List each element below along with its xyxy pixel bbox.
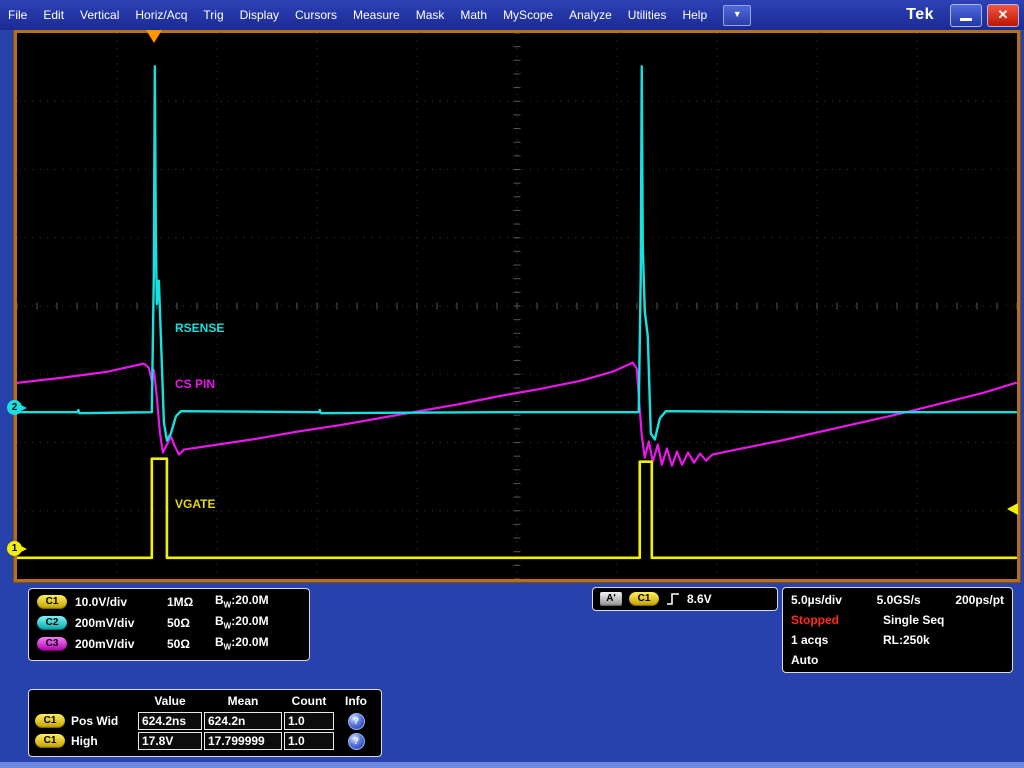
menu-item-mask[interactable]: Mask — [408, 0, 453, 30]
meas-header-value: Value — [137, 694, 203, 708]
tek-logo: Tek — [906, 6, 934, 24]
meas-row-2-channel-badge: C1 — [35, 734, 65, 748]
menu-item-math[interactable]: Math — [452, 0, 495, 30]
graticule-and-traces — [17, 33, 1017, 579]
info-globe-icon[interactable]: ? — [348, 733, 365, 750]
trigger-mode-row: Auto — [791, 650, 1004, 670]
menu-dropdown-button[interactable]: ▼ — [723, 5, 751, 26]
channel-3-badge[interactable]: C3 — [37, 637, 67, 651]
rising-edge-icon — [666, 592, 680, 606]
trigger-a-badge: A' — [600, 592, 622, 606]
meas-row-2-name: C1 High — [29, 734, 137, 748]
meas-row-1-mean: 624.2n — [204, 712, 282, 730]
menu-bar: File Edit Vertical Horiz/Acq Trig Displa… — [0, 0, 1024, 30]
channel-readout-panel: C1 10.0V/div 1MΩ BW:20.0M C2 200mV/div 5… — [28, 588, 310, 661]
trace-label-vgate: VGATE — [175, 497, 215, 511]
meas-row-1-info[interactable]: ? — [335, 713, 377, 730]
meas-header-info: Info — [335, 694, 377, 708]
channel-3-scale: 200mV/div — [75, 637, 167, 651]
measurement-table: Value Mean Count Info C1 Pos Wid 624.2ns… — [28, 689, 382, 757]
trigger-source-badge: C1 — [629, 592, 659, 606]
menu-item-trig[interactable]: Trig — [195, 0, 231, 30]
close-icon: ✕ — [998, 7, 1009, 23]
trigger-level-arrow-icon[interactable] — [1007, 503, 1018, 515]
menu-item-vertical[interactable]: Vertical — [72, 0, 127, 30]
meas-row-1-count: 1.0 — [284, 712, 334, 730]
menu-item-analyze[interactable]: Analyze — [561, 0, 620, 30]
channel-2-marker[interactable]: 2 — [7, 400, 22, 415]
resolution: 200ps/pt — [955, 593, 1004, 607]
acq-status: Stopped — [791, 613, 883, 627]
minimize-icon — [960, 18, 972, 21]
menu-item-cursors[interactable]: Cursors — [287, 0, 345, 30]
channel-1-marker[interactable]: 1 — [7, 541, 22, 556]
channel-1-badge[interactable]: C1 — [37, 595, 67, 609]
menu-item-utilities[interactable]: Utilities — [620, 0, 675, 30]
channel-1-impedance: 1MΩ — [167, 595, 215, 609]
meas-row-1-name: C1 Pos Wid — [29, 714, 137, 728]
meas-row-1-channel-badge: C1 — [35, 714, 65, 728]
channel-2-impedance: 50Ω — [167, 616, 215, 630]
meas-row-2-count: 1.0 — [284, 732, 334, 750]
channel-2-scale: 200mV/div — [75, 616, 167, 630]
channel-1-scale: 10.0V/div — [75, 595, 167, 609]
meas-row-2-value: 17.8V — [138, 732, 202, 750]
meas-header-mean: Mean — [203, 694, 283, 708]
trace-label-cs-pin: CS PIN — [175, 377, 215, 391]
menu-item-display[interactable]: Display — [232, 0, 287, 30]
trigger-mode: Auto — [791, 653, 818, 667]
trigger-position-icon[interactable] — [146, 30, 162, 43]
channel-2-badge[interactable]: C2 — [37, 616, 67, 630]
menu-item-measure[interactable]: Measure — [345, 0, 408, 30]
acq-count: 1 acqs — [791, 633, 883, 647]
trace-label-rsense: RSENSE — [175, 321, 224, 335]
acq-mode: Single Seq — [883, 613, 944, 627]
horizontal-readout-row: 5.0µs/div 5.0GS/s 200ps/pt — [791, 590, 1004, 610]
channel-3-impedance: 50Ω — [167, 637, 215, 651]
acq-count-row: 1 acqs RL:250k — [791, 630, 1004, 650]
acq-status-row: Stopped Single Seq — [791, 610, 1004, 630]
meas-row-2-info[interactable]: ? — [335, 733, 377, 750]
waveform-display[interactable]: 2 1 RSENSE CS PIN VGATE — [14, 30, 1020, 582]
record-length: RL:250k — [883, 633, 930, 647]
minimize-button[interactable] — [950, 4, 982, 27]
trigger-readout-panel[interactable]: A' C1 8.6V — [592, 587, 778, 611]
channel-1-readout: C1 10.0V/div 1MΩ BW:20.0M — [29, 591, 309, 612]
time-per-div: 5.0µs/div — [791, 593, 842, 607]
channel-3-readout: C3 200mV/div 50Ω BW:20.0M — [29, 633, 309, 654]
trigger-level-value: 8.6V — [687, 592, 712, 606]
menu-item-myscope[interactable]: MyScope — [495, 0, 561, 30]
sample-rate: 5.0GS/s — [877, 593, 921, 607]
menu-item-help[interactable]: Help — [674, 0, 715, 30]
meas-row-1-value: 624.2ns — [138, 712, 202, 730]
channel-2-readout: C2 200mV/div 50Ω BW:20.0M — [29, 612, 309, 633]
menu-item-edit[interactable]: Edit — [35, 0, 72, 30]
close-button[interactable]: ✕ — [987, 4, 1019, 27]
menu-item-horiz-acq[interactable]: Horiz/Acq — [127, 0, 195, 30]
menu-item-file[interactable]: File — [0, 0, 35, 30]
meas-header-count: Count — [283, 694, 335, 708]
channel-3-bandwidth: BW:20.0M — [215, 635, 269, 651]
bottom-edge-strip — [0, 762, 1024, 768]
channel-1-bandwidth: BW:20.0M — [215, 593, 269, 609]
channel-2-bandwidth: BW:20.0M — [215, 614, 269, 630]
info-globe-icon[interactable]: ? — [348, 713, 365, 730]
meas-row-2-mean: 17.799999 — [204, 732, 282, 750]
acquisition-readout-panel: 5.0µs/div 5.0GS/s 200ps/pt Stopped Singl… — [782, 587, 1013, 673]
